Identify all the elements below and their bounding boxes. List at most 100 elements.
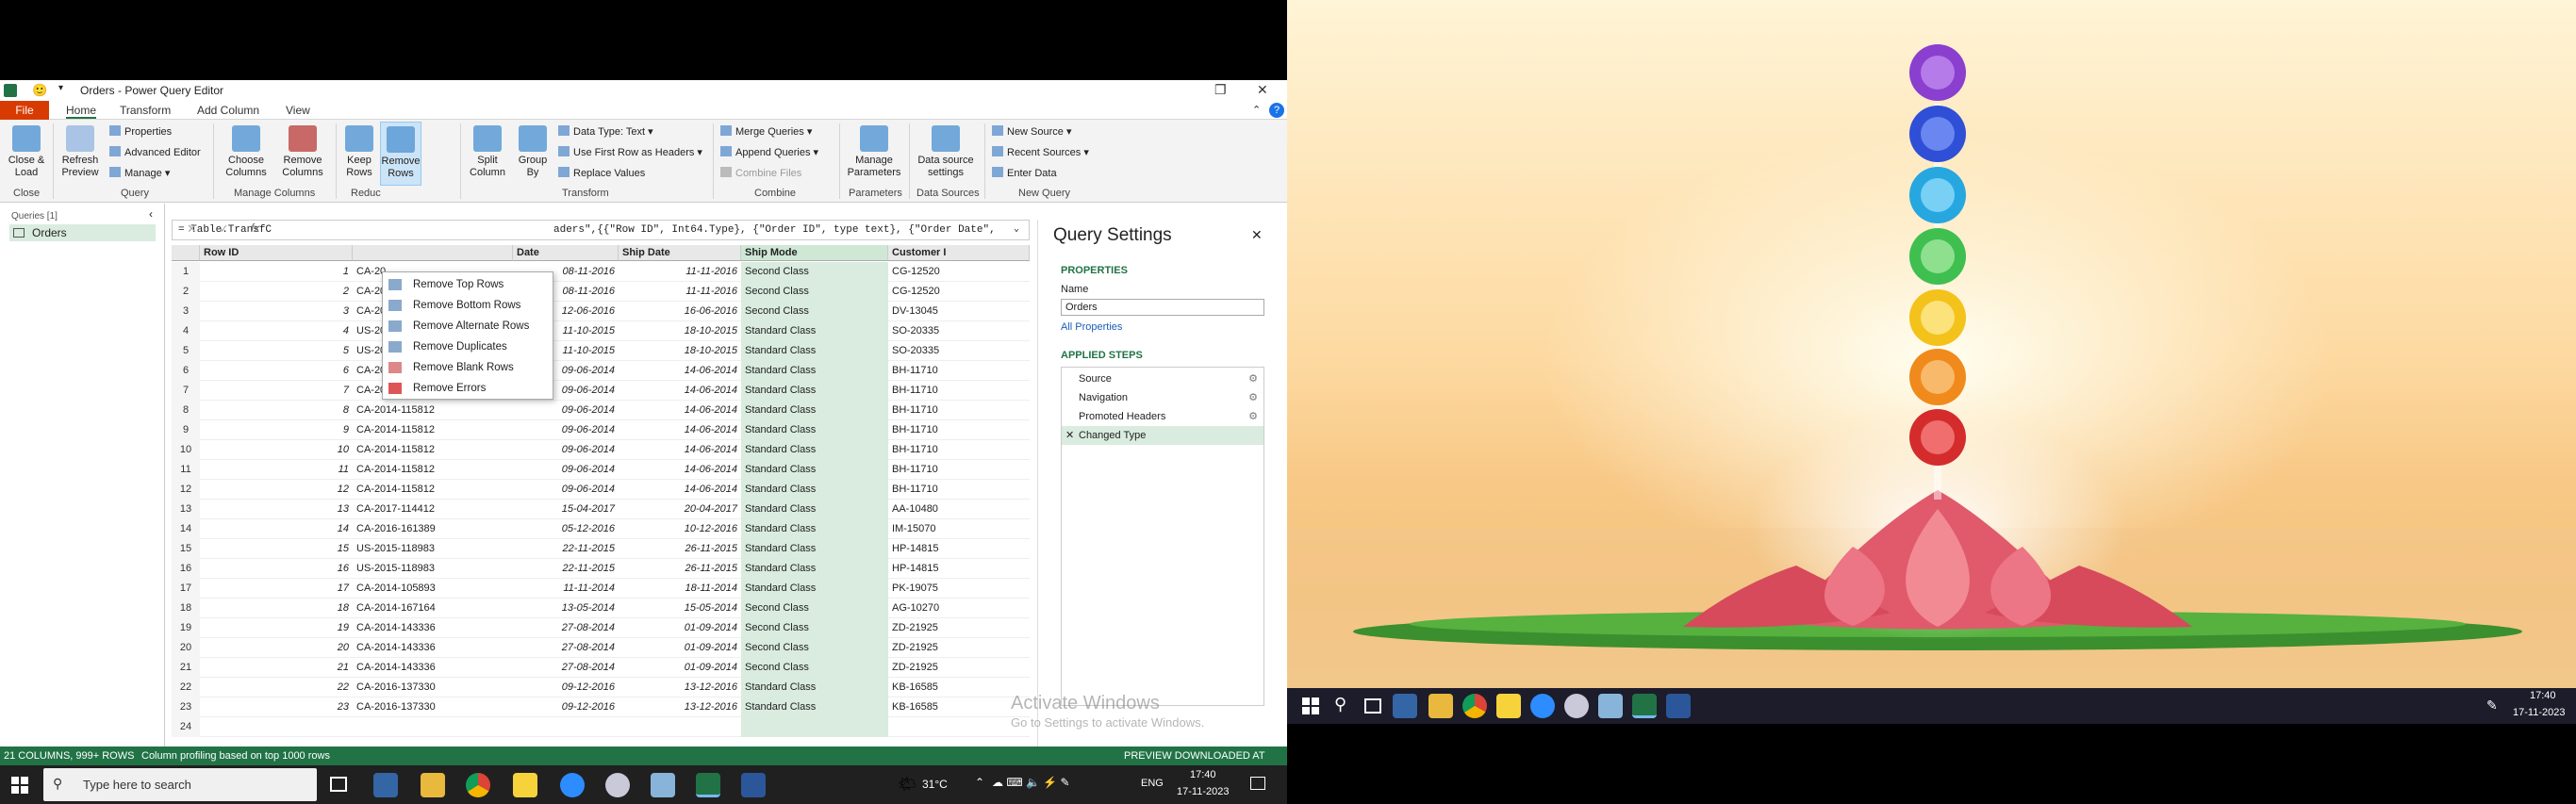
search-icon[interactable]: ⚲ <box>1334 695 1346 714</box>
table-cell-order[interactable]: CA-2014-115812 <box>353 440 513 460</box>
table-row[interactable]: 12 12 CA-2014-115812 09-06-2014 14-06-2014 St… <box>172 480 1030 500</box>
close-settings-icon[interactable]: ✕ <box>1251 227 1263 243</box>
table-cell-cust[interactable]: BH-11710 <box>888 420 1030 440</box>
table-cell-cust[interactable]: AG-10270 <box>888 599 1030 618</box>
table-cell-id[interactable]: 9 <box>200 420 353 440</box>
table-row[interactable]: 11 11 CA-2014-115812 09-06-2014 14-06-2014 St… <box>172 460 1030 480</box>
name-input[interactable]: Orders <box>1061 299 1264 316</box>
step-promoted-headers[interactable]: Promoted Headers ⚙ <box>1062 407 1263 426</box>
table-cell-id[interactable]: 15 <box>200 539 353 559</box>
table-cell-order[interactable]: CA-2014-143336 <box>353 618 513 638</box>
table-cell-ship[interactable]: 01-09-2014 <box>619 618 741 638</box>
table-cell-mode[interactable]: Standard Class <box>741 519 888 539</box>
table-cell-n[interactable]: 11 <box>172 460 200 480</box>
refresh-preview-button[interactable]: Refresh Preview <box>57 125 104 179</box>
table-cell-ship[interactable]: 14-06-2014 <box>619 420 741 440</box>
formula-bar[interactable]: = Table.TransfC aders",{{"Row ID", Int64… <box>172 220 1030 240</box>
column-header-ship-date[interactable]: Ship Date <box>619 245 741 261</box>
table-cell-id[interactable]: 3 <box>200 302 353 321</box>
table-cell-ship[interactable]: 13-12-2016 <box>619 697 741 717</box>
pen-icon[interactable]: ✎ <box>2486 697 2498 714</box>
zoom-icon[interactable] <box>1530 694 1555 718</box>
app-icon[interactable] <box>605 773 630 797</box>
table-cell-id[interactable]: 23 <box>200 697 353 717</box>
table-cell-cust[interactable]: AA-10480 <box>888 500 1030 519</box>
table-cell-cust[interactable]: HP-14815 <box>888 559 1030 579</box>
table-cell-date[interactable]: 15-04-2017 <box>513 500 619 519</box>
table-cell-id[interactable]: 11 <box>200 460 353 480</box>
recent-sources-button[interactable]: Recent Sources ▾ <box>992 146 1089 158</box>
table-cell-id[interactable]: 10 <box>200 440 353 460</box>
table-cell-mode[interactable]: Standard Class <box>741 341 888 361</box>
table-cell-ship[interactable]: 11-11-2016 <box>619 262 741 282</box>
choose-columns-button[interactable]: Choose Columns <box>219 125 273 179</box>
table-cell-date[interactable]: 27-08-2014 <box>513 658 619 678</box>
table-cell-ship[interactable]: 18-10-2015 <box>619 321 741 341</box>
table-cell-id[interactable]: 17 <box>200 579 353 599</box>
word-taskbar-icon[interactable] <box>741 773 766 797</box>
excel-taskbar-icon[interactable] <box>1632 694 1657 718</box>
table-cell-mode[interactable]: Standard Class <box>741 460 888 480</box>
table-row[interactable]: 44US-2015-10896611-10-201518-10-2015Stan… <box>172 321 1030 341</box>
table-cell-ship[interactable]: 14-06-2014 <box>619 480 741 500</box>
table-cell-n[interactable]: 18 <box>172 599 200 618</box>
table-cell-date[interactable]: 13-05-2014 <box>513 599 619 618</box>
table-cell-order[interactable]: CA-2016-137330 <box>353 678 513 697</box>
file-explorer-icon[interactable] <box>1428 694 1453 718</box>
table-row[interactable]: 2 2 CA-20 08-11-2016 11-11-2016 Second Class C… <box>172 282 1030 302</box>
table-cell-date[interactable]: 22-11-2015 <box>513 539 619 559</box>
table-cell-cust[interactable]: CG-12520 <box>888 282 1030 302</box>
tab-home[interactable]: Home <box>66 104 97 119</box>
tab-add-column[interactable]: Add Column <box>197 104 259 117</box>
append-queries-button[interactable]: Append Queries ▾ <box>720 146 818 158</box>
grid-corner[interactable] <box>172 245 200 261</box>
table-cell-n[interactable]: 21 <box>172 658 200 678</box>
table-cell-n[interactable]: 4 <box>172 321 200 341</box>
table-cell-n[interactable]: 7 <box>172 381 200 401</box>
table-cell-cust[interactable]: KB-16585 <box>888 697 1030 717</box>
formula-expand-icon[interactable]: ⌄ <box>1014 223 1019 235</box>
table-cell-id[interactable]: 6 <box>200 361 353 381</box>
file-tab[interactable]: File <box>0 101 49 120</box>
table-cell-n[interactable]: 2 <box>172 282 200 302</box>
tray-icons[interactable]: ☁ ⌨ 🔈 ⚡ ✎ <box>992 776 1070 789</box>
table-cell-id[interactable]: 16 <box>200 559 353 579</box>
table-cell-ship[interactable]: 14-06-2014 <box>619 381 741 401</box>
table-cell-order[interactable]: CA-2014-115812 <box>353 401 513 420</box>
table-cell-ship[interactable]: 14-06-2014 <box>619 460 741 480</box>
table-cell-order[interactable]: CA-2014-167164 <box>353 599 513 618</box>
table-row[interactable]: 14 14 CA-2016-161389 05-12-2016 10-12-2016 St… <box>172 519 1030 539</box>
merge-queries-button[interactable]: Merge Queries ▾ <box>720 125 812 138</box>
collapse-ribbon-icon[interactable]: ⌃ <box>1252 104 1261 116</box>
properties-button[interactable]: Properties <box>109 125 172 138</box>
table-cell-ship[interactable]: 26-11-2015 <box>619 559 741 579</box>
windows-start-icon[interactable] <box>11 777 28 794</box>
table-cell-order[interactable]: CA-2014-105893 <box>353 579 513 599</box>
table-cell-id[interactable]: 4 <box>200 321 353 341</box>
table-cell-n[interactable]: 9 <box>172 420 200 440</box>
collapse-queries-icon[interactable]: ‹ <box>149 207 153 221</box>
table-cell-mode[interactable]: Second Class <box>741 618 888 638</box>
gear-icon[interactable]: ⚙ <box>1248 407 1258 426</box>
formula-accept-icon[interactable]: ✓ <box>219 222 229 237</box>
table-cell-date[interactable]: 22-11-2015 <box>513 559 619 579</box>
help-icon[interactable]: ? <box>1269 103 1284 118</box>
table-cell-cust[interactable]: DV-13045 <box>888 302 1030 321</box>
table-row[interactable]: 21 21 CA-2014-143336 27-08-2014 01-09-2014 Se… <box>172 658 1030 678</box>
language-indicator[interactable]: ENG <box>1141 778 1164 789</box>
table-cell-ship[interactable]: 18-11-2014 <box>619 579 741 599</box>
table-cell-date[interactable]: 09-06-2014 <box>513 460 619 480</box>
table-row[interactable]: 24 <box>172 717 1030 737</box>
notification-icon[interactable] <box>1250 777 1265 790</box>
table-cell-n[interactable]: 22 <box>172 678 200 697</box>
table-cell-cust[interactable]: BH-11710 <box>888 480 1030 500</box>
gear-icon[interactable]: ⚙ <box>1248 388 1258 407</box>
table-cell-ship[interactable]: 15-05-2014 <box>619 599 741 618</box>
new-source-button[interactable]: New Source ▾ <box>992 125 1072 138</box>
table-cell-cust[interactable]: SO-20335 <box>888 341 1030 361</box>
vs-code-icon[interactable] <box>373 773 398 797</box>
table-cell-cust[interactable]: PK-19075 <box>888 579 1030 599</box>
table-cell-ship[interactable]: 01-09-2014 <box>619 638 741 658</box>
chrome-icon[interactable] <box>1462 694 1487 718</box>
table-row[interactable]: 33CA-2016-13868812-06-201616-06-2016Seco… <box>172 302 1030 321</box>
